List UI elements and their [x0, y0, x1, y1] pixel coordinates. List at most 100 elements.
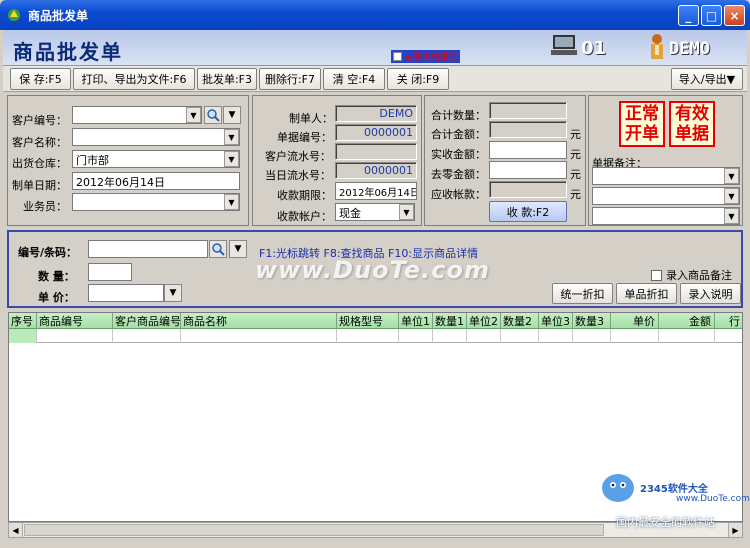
save-button[interactable]: 保 存:F5	[10, 68, 71, 90]
row-cell[interactable]	[113, 329, 181, 343]
warehouse-dropdown[interactable]: ▼	[224, 151, 239, 167]
customer-code-dropdown[interactable]: ▼	[186, 107, 201, 123]
customer-name-input[interactable]	[72, 128, 240, 146]
row-cell[interactable]	[337, 329, 399, 343]
watermark-text: www.DuoTe.com	[255, 256, 490, 284]
app-icon	[6, 7, 22, 23]
row-cell[interactable]	[37, 329, 113, 343]
product-more-dropdown[interactable]: ▼	[229, 240, 247, 258]
col-product-name[interactable]: 商品名称	[181, 313, 337, 329]
due-input[interactable]: 2012年06月14日	[335, 182, 417, 200]
site-watermark: www.DuoTe.com	[676, 494, 750, 504]
minimize-button[interactable]: _	[678, 5, 699, 26]
uniform-discount-button[interactable]: 统一折扣	[552, 283, 613, 304]
import-export-button[interactable]: 导入/导出▼	[671, 68, 743, 90]
col-price[interactable]: 单价	[611, 313, 659, 329]
scroll-left-arrow-icon[interactable]: ◀	[9, 523, 23, 537]
row-cell[interactable]	[573, 329, 611, 343]
price-label: 单 价：	[38, 291, 75, 304]
salesman-label: 业务员：	[23, 200, 67, 213]
product-code-input[interactable]	[88, 240, 208, 258]
qty-total-label: 合计数量：	[431, 109, 486, 122]
item-note-box[interactable]	[651, 269, 662, 281]
amount-total-label: 合计金额：	[431, 128, 486, 141]
user-icon	[647, 33, 667, 61]
salesman-select[interactable]	[72, 193, 240, 211]
row-cell[interactable]	[467, 329, 501, 343]
note-input-1[interactable]	[592, 167, 740, 185]
toolbar: 保 存:F5 打印、导出为文件:F6 批发单:F3 删除行:F7 清 空:F4 …	[3, 66, 747, 92]
customer-panel: 客户编号： ▼ ▼ 客户名称： ▼ 出货仓库： 门市部 ▼ 制单日期： 2012…	[7, 95, 249, 226]
note-input-2[interactable]	[592, 187, 740, 205]
salesman-dropdown[interactable]: ▼	[224, 194, 239, 210]
window-title: 商品批发单	[28, 8, 89, 23]
col-spec[interactable]: 规格型号	[337, 313, 399, 329]
customer-more-dropdown[interactable]: ▼	[223, 106, 241, 124]
received-unit: 元	[570, 148, 581, 161]
cust-serial-label: 客户流水号：	[265, 150, 331, 163]
item-discount-button[interactable]: 单品折扣	[616, 283, 677, 304]
col-qty3[interactable]: 数量3	[573, 313, 611, 329]
close-button[interactable]: ×	[724, 5, 745, 26]
note-dropdown-2[interactable]: ▼	[724, 188, 739, 204]
customer-name-dropdown[interactable]: ▼	[224, 129, 239, 145]
checkbox-box[interactable]	[393, 52, 402, 61]
table-row[interactable]	[9, 329, 742, 343]
row-cell[interactable]	[611, 329, 659, 343]
row-cell[interactable]	[181, 329, 337, 343]
collect-payment-button[interactable]: 收 款:F2	[489, 201, 567, 222]
row-cell[interactable]	[433, 329, 467, 343]
col-row[interactable]: 行	[715, 313, 742, 329]
print-export-button[interactable]: 打印、导出为文件:F6	[73, 68, 195, 90]
qty-label: 数 量：	[38, 270, 75, 283]
rounding-input[interactable]	[489, 161, 567, 179]
customer-code-label: 客户编号：	[12, 114, 67, 127]
date-input[interactable]: 2012年06月14日	[72, 172, 240, 190]
scroll-thumb[interactable]	[24, 524, 604, 536]
status-panel: 正常开单 有效单据 单据备注： ▼ ▼ ▼	[588, 95, 743, 226]
valid-stamp: 有效单据	[669, 101, 715, 147]
price-dropdown[interactable]: ▼	[164, 284, 182, 302]
wholesale-button[interactable]: 批发单:F3	[197, 68, 257, 90]
received-input[interactable]	[489, 141, 567, 159]
warehouse-select[interactable]: 门市部	[72, 150, 240, 168]
col-customer-product-code[interactable]: 客户商品编号	[113, 313, 181, 329]
note-dropdown-3[interactable]: ▼	[724, 208, 739, 224]
col-unit3[interactable]: 单位3	[539, 313, 573, 329]
date-label: 制单日期：	[12, 179, 67, 192]
row-cell[interactable]	[715, 329, 742, 343]
row-cell[interactable]	[501, 329, 539, 343]
clear-button[interactable]: 清 空:F4	[323, 68, 385, 90]
col-unit2[interactable]: 单位2	[467, 313, 501, 329]
row-cell[interactable]	[659, 329, 715, 343]
col-qty2[interactable]: 数量2	[501, 313, 539, 329]
entry-help-button[interactable]: 录入说明	[680, 283, 741, 304]
note-input-3[interactable]	[592, 207, 740, 225]
price-track-checkbox[interactable]: 记录价格跟踪	[391, 50, 461, 63]
product-search-icon[interactable]	[209, 240, 227, 258]
col-amount[interactable]: 金额	[659, 313, 715, 329]
maximize-button[interactable]: □	[701, 5, 722, 26]
price-input[interactable]	[88, 284, 164, 302]
col-unit1[interactable]: 单位1	[399, 313, 433, 329]
col-seq[interactable]: 序号	[9, 313, 37, 329]
qty-input[interactable]	[88, 263, 132, 281]
receivable-value	[489, 181, 567, 198]
close-form-button[interactable]: 关 闭:F9	[387, 68, 449, 90]
note-dropdown-1[interactable]: ▼	[724, 168, 739, 184]
row-seq-cell[interactable]	[9, 329, 37, 343]
account-dropdown[interactable]: ▼	[399, 204, 414, 220]
form-header: 商品批发单 记录价格跟踪 01 DEMO	[3, 30, 747, 66]
amount-unit: 元	[570, 128, 581, 141]
customer-code-input[interactable]	[72, 106, 202, 124]
scroll-right-arrow-icon[interactable]: ▶	[728, 523, 742, 537]
item-note-checkbox[interactable]: 录入商品备注	[651, 267, 732, 283]
search-icon[interactable]	[204, 106, 222, 124]
row-cell[interactable]	[539, 329, 573, 343]
col-qty1[interactable]: 数量1	[433, 313, 467, 329]
delete-row-button[interactable]: 删除行:F7	[259, 68, 321, 90]
rounding-label: 去零金额：	[431, 168, 486, 181]
row-cell[interactable]	[399, 329, 433, 343]
slogan-watermark: 国内最安全的软件站	[616, 516, 715, 529]
col-product-code[interactable]: 商品编号	[37, 313, 113, 329]
